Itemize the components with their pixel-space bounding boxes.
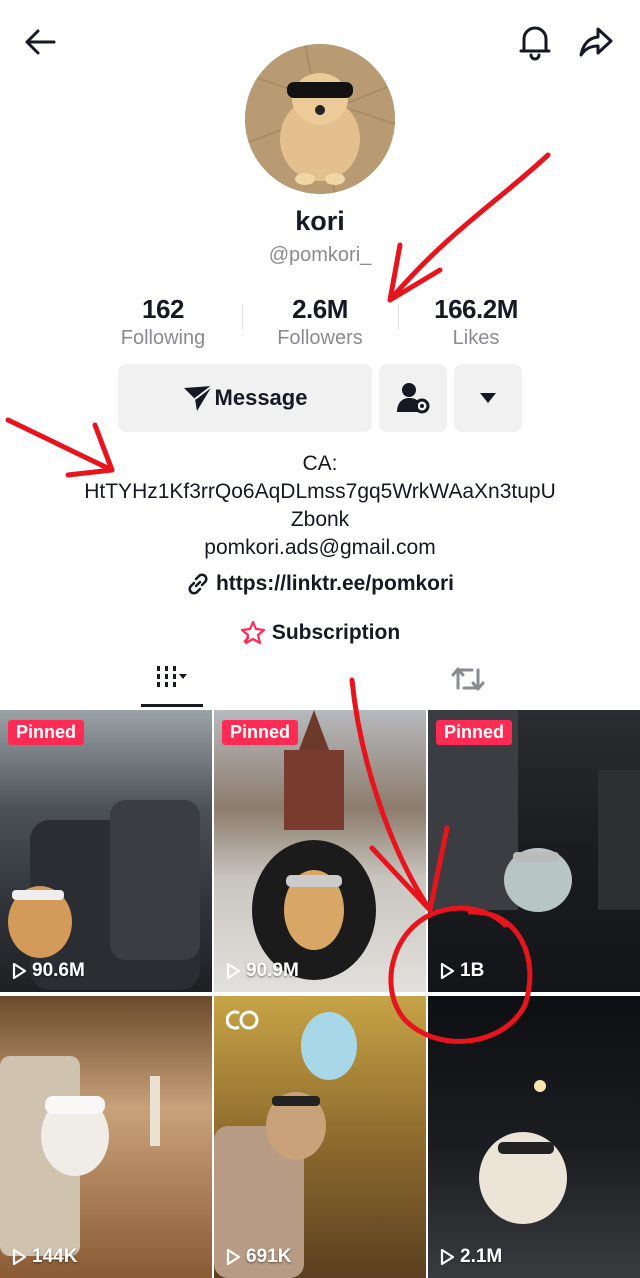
stat-likes[interactable]: 166.2M Likes: [401, 294, 551, 350]
view-count: 1B: [438, 960, 484, 982]
play-icon: [12, 962, 27, 980]
view-count: 2.1M: [438, 1246, 502, 1268]
link-icon: [188, 573, 208, 595]
play-icon: [226, 962, 241, 980]
view-count: 691K: [224, 1246, 291, 1268]
profile-handle: @pomkori_: [268, 244, 372, 266]
tab-reposts[interactable]: [450, 662, 486, 696]
chevron-down-icon: [480, 393, 496, 403]
add-friend-icon: [397, 383, 430, 414]
profile-link-text: https://linktr.ee/pomkori: [215, 572, 455, 595]
profile-link[interactable]: https://linktr.ee/pomkori: [0, 572, 640, 596]
share-icon: [579, 27, 613, 57]
message-button[interactable]: Message: [118, 364, 372, 432]
message-button-label: Message: [214, 385, 308, 410]
view-count: 144K: [10, 1246, 77, 1268]
view-count-text: 1B: [460, 960, 485, 981]
video-thumbnail-image: [428, 710, 640, 912]
bio-line: Zbonk: [290, 508, 350, 531]
back-button[interactable]: [20, 22, 60, 62]
subscription-label: Subscription: [271, 621, 401, 644]
stat-label: Followers: [277, 327, 363, 349]
pinned-badge: Pinned: [436, 720, 513, 745]
avatar[interactable]: [245, 44, 395, 194]
video-thumbnail-image: [0, 1056, 160, 1256]
avatar-dog-image: [245, 44, 395, 194]
collab-icon: [226, 1010, 259, 1030]
share-button[interactable]: [576, 22, 616, 62]
play-icon: [440, 1248, 455, 1266]
view-count: 90.6M: [10, 960, 85, 982]
subscription-button[interactable]: Subscription: [0, 620, 640, 646]
play-icon: [440, 962, 455, 980]
stat-value: 166.2M: [434, 294, 518, 324]
repost-icon: [451, 667, 485, 691]
send-icon: [183, 385, 213, 411]
stat-value: 2.6M: [292, 294, 348, 324]
active-tab-indicator: [141, 704, 203, 707]
notifications-button[interactable]: [515, 22, 555, 62]
stat-label: Following: [120, 327, 206, 349]
bio-line: HtTYHz1Kf3rrQo6AqDLmss7gq5WrkWAaXn3tupU: [84, 480, 556, 503]
view-count-text: 2.1M: [460, 1246, 503, 1267]
video-thumbnail[interactable]: Pinned 1B: [428, 710, 640, 992]
add-friend-button[interactable]: [379, 364, 447, 432]
back-arrow-icon: [25, 29, 56, 55]
more-options-button[interactable]: [454, 364, 522, 432]
video-thumbnail[interactable]: Pinned 90.9M: [214, 710, 426, 992]
view-count-text: 691K: [246, 1246, 292, 1267]
view-count: 90.9M: [224, 960, 299, 982]
video-thumbnail[interactable]: 691K: [214, 996, 426, 1278]
bell-icon: [519, 26, 551, 61]
view-count-text: 90.6M: [32, 960, 85, 981]
pinned-badge: Pinned: [8, 720, 85, 745]
profile-name: kori: [295, 206, 345, 236]
play-icon: [226, 1248, 241, 1266]
bio-email: pomkori.ads@gmail.com: [204, 536, 436, 559]
video-thumbnail[interactable]: 2.1M: [428, 996, 640, 1278]
video-grid: Pinned 90.6M Pinned 90.9M Pinned 1B 144K…: [0, 710, 640, 1278]
video-thumbnail-image: [252, 710, 376, 980]
grid-icon: [157, 666, 187, 687]
subscription-icon: [240, 620, 265, 645]
play-icon: [12, 1248, 27, 1266]
tab-videos[interactable]: [145, 662, 205, 696]
view-count-text: 90.9M: [246, 960, 299, 981]
video-thumbnail-image: [8, 800, 200, 990]
video-thumbnail-image: [479, 1080, 567, 1224]
stat-label: Likes: [452, 327, 500, 349]
video-thumbnail[interactable]: 144K: [0, 996, 212, 1278]
stat-divider: [242, 304, 243, 330]
stat-value: 162: [142, 294, 184, 324]
video-thumbnail-image: [214, 1012, 357, 1278]
stat-following[interactable]: 162 Following: [88, 294, 238, 350]
bio-line: CA:: [302, 452, 338, 475]
stat-followers[interactable]: 2.6M Followers: [245, 294, 395, 350]
view-count-text: 144K: [32, 1246, 78, 1267]
pinned-badge: Pinned: [222, 720, 299, 745]
stat-divider: [398, 304, 399, 330]
video-thumbnail[interactable]: Pinned 90.6M: [0, 710, 212, 992]
